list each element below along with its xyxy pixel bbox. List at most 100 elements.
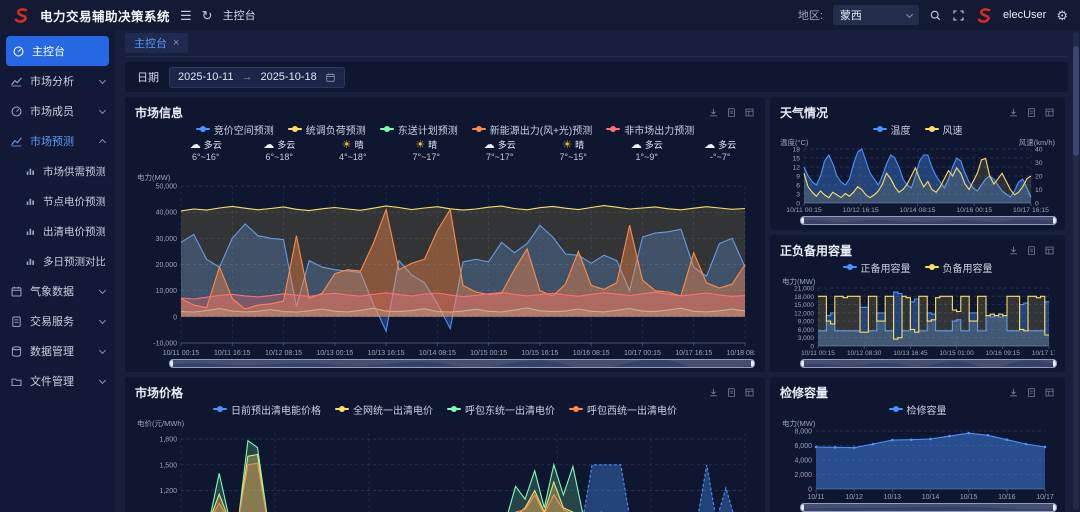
chart-legend: 检修容量: [770, 402, 1065, 416]
legend-item[interactable]: 风速: [925, 122, 963, 137]
date-label: 日期: [137, 69, 159, 85]
market-info-chart[interactable]: -10,000010,00020,00030,00040,00050,00010…: [135, 181, 755, 357]
svg-text:1,200: 1,200: [159, 488, 177, 495]
username[interactable]: elecUser: [1003, 9, 1046, 21]
cloud-icon: ☁: [484, 139, 495, 151]
sidebar-item-trading-services[interactable]: 交易服务: [0, 306, 115, 336]
maintenance-chart[interactable]: 02,0004,0006,0008,00010/1110/1210/1310/1…: [778, 427, 1055, 501]
sidebar-item-market-analysis[interactable]: 市场分析: [0, 66, 115, 96]
table-view-icon[interactable]: [1044, 387, 1055, 398]
legend-item[interactable]: 竞价空间预测: [196, 122, 274, 137]
legend-item[interactable]: 负备用容量: [925, 260, 993, 275]
weather-forecast-cell: ☁多云1°~9°: [610, 138, 684, 170]
sidebar-item-node-price-forecast[interactable]: 节点电价预测: [0, 186, 115, 216]
menu-collapse-icon[interactable]: ☰: [180, 9, 192, 22]
legend-item[interactable]: 呼包东统一出清电价: [447, 402, 555, 417]
legend-item[interactable]: 统调负荷预测: [288, 122, 366, 137]
svg-text:3,000: 3,000: [798, 335, 815, 342]
data-zoom-slider[interactable]: [800, 503, 1057, 512]
svg-text:30: 30: [1035, 160, 1043, 167]
database-icon: [10, 345, 23, 358]
sidebar-item-file-management[interactable]: 文件管理: [0, 366, 115, 396]
reserve-chart[interactable]: 03,0006,0009,00012,00015,00018,00021,000…: [778, 285, 1055, 357]
svg-text:10/17 16:15: 10/17 16:15: [1013, 207, 1049, 214]
market-price-chart[interactable]: 9001,2001,5001,800: [135, 427, 755, 512]
svg-text:10/15 00:15: 10/15 00:15: [470, 350, 507, 357]
chevron-down-icon: [99, 376, 106, 383]
y-axis-name: 电力(MW): [782, 418, 1065, 427]
svg-text:6,000: 6,000: [798, 327, 815, 334]
sidebar-item-multiday-forecast-compare[interactable]: 多日预测对比: [0, 246, 115, 276]
table-view-icon[interactable]: [1044, 107, 1055, 118]
svg-text:10/16: 10/16: [998, 494, 1016, 501]
download-icon[interactable]: [1008, 387, 1019, 398]
data-zoom-slider[interactable]: [169, 359, 755, 368]
bar-chart-icon: [25, 196, 36, 207]
cloud-icon: ☁: [631, 139, 642, 151]
svg-text:40,000: 40,000: [156, 210, 178, 217]
chart-legend: 日前预出清电能价格全网统一出清电价呼包东统一出清电价呼包西统一出清电价: [125, 402, 765, 416]
refresh-icon[interactable]: ↻: [202, 9, 213, 22]
panel-title: 市场信息: [135, 104, 183, 121]
sidebar-item-market-members[interactable]: 市场成员: [0, 96, 115, 126]
weather-chart[interactable]: 036912151801020304010/11 00:1510/12 16:1…: [778, 146, 1055, 214]
export-document-icon[interactable]: [1026, 387, 1037, 398]
svg-text:12: 12: [792, 165, 800, 172]
settings-gear-icon[interactable]: ⚙: [1056, 9, 1068, 22]
sidebar-item-dashboard[interactable]: 主控台: [6, 36, 109, 66]
download-icon[interactable]: [1008, 107, 1019, 118]
search-icon[interactable]: [929, 9, 942, 22]
app-logo-icon: [12, 6, 30, 24]
scrollbar-thumb[interactable]: [1073, 46, 1079, 156]
cloud-icon: ☁: [190, 139, 201, 151]
legend-item[interactable]: 非市场出力预测: [606, 122, 694, 137]
export-document-icon[interactable]: [1026, 107, 1037, 118]
panel-actions: [1008, 245, 1055, 256]
svg-text:1,500: 1,500: [159, 462, 177, 469]
svg-text:9,000: 9,000: [798, 319, 815, 326]
panel-title: 天气情况: [780, 104, 828, 121]
legend-item[interactable]: 检修容量: [889, 402, 947, 417]
svg-text:10: 10: [1035, 187, 1043, 194]
fullscreen-icon[interactable]: [952, 9, 965, 22]
legend-item[interactable]: 温度: [873, 122, 911, 137]
table-view-icon[interactable]: [744, 107, 755, 118]
legend-item[interactable]: 全网统一出清电价: [335, 402, 433, 417]
svg-text:10/14: 10/14: [922, 494, 940, 501]
tab-close-icon[interactable]: ×: [173, 37, 179, 49]
sidebar-item-meteorological-data[interactable]: 气象数据: [0, 276, 115, 306]
svg-text:6: 6: [796, 183, 800, 190]
export-document-icon[interactable]: [726, 387, 737, 398]
svg-text:10/12 16:15: 10/12 16:15: [843, 207, 879, 214]
legend-item[interactable]: 新能源出力(风+光)预测: [472, 122, 593, 137]
legend-item[interactable]: 东送计划预测: [380, 122, 458, 137]
sidebar-item-data-management[interactable]: 数据管理: [0, 336, 115, 366]
date-range-arrow: →: [241, 71, 252, 83]
sidebar-item-clearing-price-forecast[interactable]: 出清电价预测: [0, 216, 115, 246]
page-scrollbar[interactable]: [1073, 32, 1079, 510]
calendar-icon: [10, 285, 23, 298]
region-select[interactable]: 蒙西: [833, 5, 919, 25]
legend-item[interactable]: 正备用容量: [843, 260, 911, 275]
tab-dashboard[interactable]: 主控台 ×: [125, 33, 188, 53]
svg-text:-10,000: -10,000: [153, 341, 177, 348]
download-icon[interactable]: [708, 387, 719, 398]
data-zoom-slider[interactable]: [800, 359, 1057, 368]
sidebar-item-supply-demand-forecast[interactable]: 市场供需预测: [0, 156, 115, 186]
legend-item[interactable]: 呼包西统一出清电价: [569, 402, 677, 417]
sidebar-item-market-forecast[interactable]: 市场预测: [0, 126, 115, 156]
data-zoom-slider[interactable]: [800, 216, 1057, 225]
bar-chart-icon: [25, 256, 36, 267]
y-axis-name-left: 温度(°C): [780, 137, 808, 146]
export-document-icon[interactable]: [1026, 245, 1037, 256]
table-view-icon[interactable]: [1044, 245, 1055, 256]
panel-title: 市场价格: [135, 384, 183, 401]
legend-item[interactable]: 日前预出清电能价格: [213, 402, 321, 417]
download-icon[interactable]: [708, 107, 719, 118]
svg-text:18: 18: [792, 147, 800, 154]
weather-forecast-cell: ☀晴7°~17°: [390, 138, 464, 170]
export-document-icon[interactable]: [726, 107, 737, 118]
download-icon[interactable]: [1008, 245, 1019, 256]
table-view-icon[interactable]: [744, 387, 755, 398]
date-range-input[interactable]: 2025-10-11 → 2025-10-18: [169, 67, 345, 88]
